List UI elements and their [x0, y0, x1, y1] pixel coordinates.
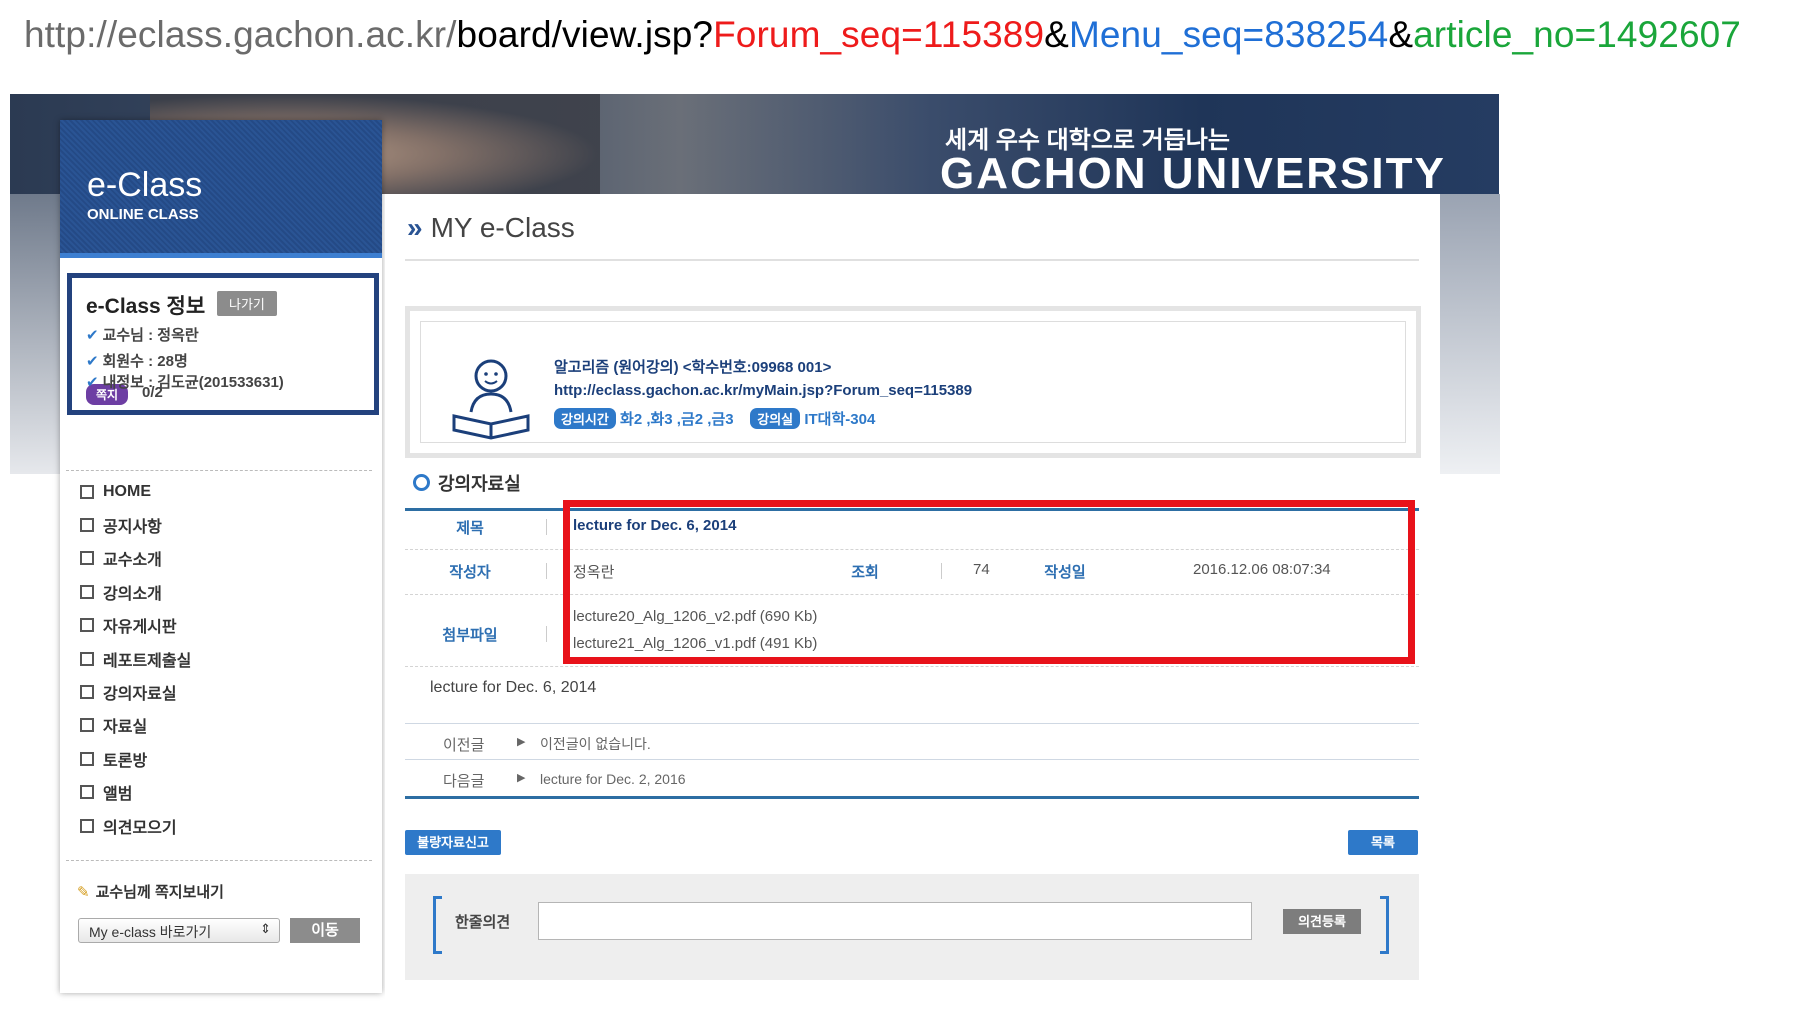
divider [66, 860, 372, 861]
professor-text: 교수님 : 정옥란 [102, 327, 199, 344]
banner-university-logo: GACHON UNIVERSITY [940, 149, 1446, 198]
bullet-box-icon [80, 685, 94, 700]
title-label: 제목 [456, 520, 484, 537]
logo-subtitle: ONLINE CLASS [87, 206, 199, 223]
url-amp: & [1388, 14, 1414, 55]
list-button[interactable]: 목록 [1348, 830, 1418, 855]
course-info-box: 알고리즘 (원어강의) <학수번호:09968 001> http://ecla… [405, 306, 1421, 458]
eclass-info-box: e-Class 정보 나가기 ✔ 교수님 : 정옥란 ✔ 회원수 : 28명 쪽지 … [67, 273, 379, 415]
myinfo-row: ✔ 내정보 : 김도균(201533631) [86, 371, 284, 392]
sidebar-item-opinions[interactable]: 의견모으기 [80, 809, 191, 842]
bullet-box-icon [80, 551, 94, 566]
sidebar-item-lecture-materials[interactable]: 강의자료실 [80, 675, 191, 708]
circle-icon [413, 474, 430, 491]
professor-info: ✔ 교수님 : 정옥란 [86, 324, 199, 345]
check-icon: ✔ [86, 374, 99, 391]
course-name: 알고리즘 (원어강의) <학수번호:09968 001> [554, 359, 832, 376]
sidebar-item-professor[interactable]: 교수소개 [80, 542, 191, 575]
updown-arrow-icon: ⇕ [260, 921, 271, 936]
page-title: » MY e-Class [407, 212, 575, 243]
background-fade-left [10, 194, 60, 474]
url-path: board/view.jsp? [456, 14, 714, 55]
prev-label: 이전글 [443, 737, 485, 754]
check-icon: ✔ [86, 353, 99, 370]
divider [405, 759, 1419, 760]
url-annotation: http://eclass.gachon.ac.kr/board/view.js… [24, 14, 1741, 56]
highlight-box [563, 500, 1415, 664]
sidebar-item-free-board[interactable]: 자유게시판 [80, 609, 191, 642]
pencil-icon: ✎ [77, 884, 90, 901]
room-badge: 강의실 [750, 408, 801, 429]
course-link[interactable]: http://eclass.gachon.ac.kr/myMain.jsp?Fo… [554, 382, 972, 399]
bullet-box-icon [80, 785, 94, 800]
next-article-link[interactable]: lecture for Dec. 2, 2016 [540, 771, 686, 787]
eclass-logo[interactable]: e-Class ONLINE CLASS [60, 120, 382, 258]
next-label: 다음글 [443, 773, 485, 790]
course-schedule: 강의시간 화2 ,화3 ,금2 ,금3 강의실 IT대학-304 [554, 408, 875, 429]
article-body: lecture for Dec. 6, 2014 [430, 679, 597, 696]
sidebar-item-album[interactable]: 앨범 [80, 776, 191, 809]
divider [405, 723, 1419, 724]
comment-input[interactable] [538, 902, 1252, 940]
comment-submit-button[interactable]: 의견등록 [1283, 909, 1361, 934]
bullet-box-icon [80, 584, 94, 599]
myinfo-text: 내정보 : 김도균(201533631) [102, 374, 284, 391]
url-base: http://eclass.gachon.ac.kr/ [24, 14, 457, 55]
members-text: 회원수 : 28명 [102, 353, 188, 370]
table-bottom-border [405, 796, 1419, 799]
divider [405, 259, 1419, 261]
bracket-left [433, 896, 442, 954]
left-sidebar: e-Class ONLINE CLASS e-Class 정보 나가기 ✔ 교수님… [60, 120, 382, 993]
url-article-param: article_no=1492607 [1413, 14, 1741, 55]
double-chevron-icon: » [407, 212, 423, 243]
bullet-box-icon [80, 718, 94, 733]
sidebar-item-lecture-intro[interactable]: 강의소개 [80, 575, 191, 608]
section-title: 강의자료실 [413, 470, 521, 496]
course-room: IT대학-304 [804, 411, 876, 428]
comment-area: 한줄의견 의견등록 [405, 874, 1419, 980]
course-time: 화2 ,화3 ,금2 ,금3 [620, 411, 734, 428]
triangle-right-icon: ▶ [517, 772, 526, 784]
members-info: ✔ 회원수 : 28명 [86, 350, 188, 371]
bullet-box-icon [80, 484, 94, 499]
url-amp: & [1044, 14, 1069, 55]
attachments-label: 첨부파일 [442, 627, 498, 644]
comment-label: 한줄의견 [455, 914, 511, 931]
sidebar-item-report[interactable]: 레포트제출실 [80, 642, 191, 675]
bullet-box-icon [80, 751, 94, 766]
bullet-box-icon [80, 651, 94, 666]
bullet-box-icon [80, 818, 94, 833]
triangle-right-icon: ▶ [517, 736, 526, 748]
prev-article: 이전글이 없습니다. [540, 736, 651, 752]
info-title: e-Class 정보 [86, 295, 206, 318]
bullet-box-icon [80, 618, 94, 633]
report-button[interactable]: 불량자료신고 [405, 830, 501, 855]
check-icon: ✔ [86, 327, 99, 344]
time-badge: 강의시간 [554, 408, 616, 429]
shortcut-select[interactable]: My e-class 바로가기 ⇕ [78, 918, 280, 943]
background-fade-right [1440, 194, 1500, 474]
divider [66, 470, 372, 471]
reading-person-icon [452, 359, 530, 440]
bullet-box-icon [80, 518, 94, 533]
exit-button[interactable]: 나가기 [217, 291, 277, 316]
url-menu-param: Menu_seq=838254 [1068, 14, 1389, 55]
send-message-link[interactable]: ✎ 교수님께 쪽지보내기 [77, 881, 224, 902]
go-button[interactable]: 이동 [290, 918, 360, 943]
sidebar-menu: HOME 공지사항 교수소개 강의소개 자유게시판 레포트제출실 강의자료실 자… [80, 475, 191, 842]
shortcut-select-value: My e-class 바로가기 [89, 924, 212, 940]
sidebar-item-materials[interactable]: 자료실 [80, 709, 191, 742]
row-divider [405, 666, 1419, 667]
sidebar-item-discussion[interactable]: 토론방 [80, 742, 191, 775]
sidebar-item-notice[interactable]: 공지사항 [80, 508, 191, 541]
sidebar-item-home[interactable]: HOME [80, 475, 191, 508]
logo-title: e-Class [87, 166, 203, 204]
url-forum-param: Forum_seq=115389 [713, 14, 1045, 55]
author-label: 작성자 [449, 564, 491, 581]
bracket-right [1380, 896, 1389, 954]
